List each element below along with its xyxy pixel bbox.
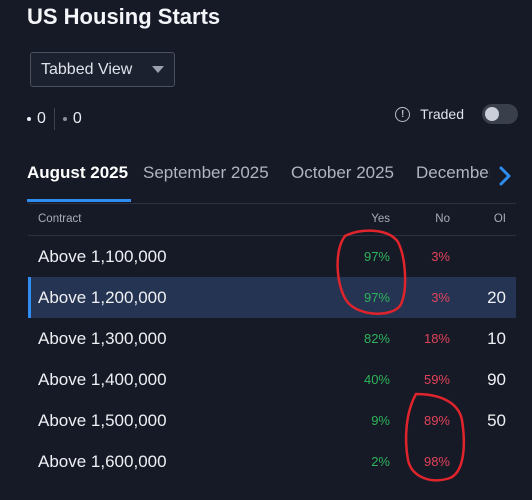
active-tab-indicator bbox=[27, 199, 131, 202]
divider bbox=[53, 108, 55, 130]
yes-price[interactable]: 97% bbox=[364, 249, 390, 264]
open-interest: 10 bbox=[487, 329, 506, 348]
no-price[interactable]: 18% bbox=[424, 331, 450, 346]
tab-september-2025[interactable]: September 2025 bbox=[143, 163, 269, 183]
table-row[interactable]: Above 1,300,000 82% 18% 10 bbox=[28, 318, 516, 359]
chevron-down-icon bbox=[152, 66, 164, 73]
table-row[interactable]: Above 1,500,000 9% 89% 50 bbox=[28, 400, 516, 441]
header-yes: Yes bbox=[371, 213, 390, 225]
view-select-value: Tabbed View bbox=[41, 60, 133, 78]
info-icon[interactable]: ! bbox=[395, 106, 411, 122]
open-interest: 90 bbox=[487, 370, 506, 389]
header-no: No bbox=[435, 213, 450, 225]
contract-name: Above 1,300,000 bbox=[38, 329, 167, 348]
no-price[interactable]: 98% bbox=[424, 454, 450, 469]
yes-price[interactable]: 9% bbox=[371, 413, 390, 428]
counter-no: 0 bbox=[62, 110, 82, 128]
table-header: Contract Yes No OI bbox=[28, 204, 516, 236]
tab-december[interactable]: December bbox=[416, 163, 494, 183]
header-oi: OI bbox=[493, 213, 506, 225]
no-price[interactable]: 3% bbox=[431, 249, 450, 264]
tab-august-2025[interactable]: August 2025 bbox=[27, 163, 128, 183]
table-row-selected[interactable]: Above 1,200,000 97% 3% 20 bbox=[28, 277, 516, 318]
contract-name: Above 1,600,000 bbox=[38, 452, 167, 471]
table-row[interactable]: Above 1,400,000 40% 59% 90 bbox=[28, 359, 516, 400]
month-tabs: August 2025 September 2025 October 2025 … bbox=[0, 155, 532, 203]
dot-icon bbox=[27, 117, 31, 121]
chevron-right-icon bbox=[499, 166, 511, 186]
yes-price[interactable]: 82% bbox=[364, 331, 390, 346]
yes-price[interactable]: 97% bbox=[364, 290, 390, 305]
traded-label: Traded bbox=[420, 106, 464, 122]
yes-price[interactable]: 2% bbox=[371, 454, 390, 469]
position-counters: 0 0 bbox=[27, 108, 82, 130]
counter-no-value: 0 bbox=[72, 110, 82, 127]
header-contract: Contract bbox=[38, 213, 82, 225]
open-interest: 50 bbox=[487, 411, 506, 430]
view-select[interactable]: Tabbed View bbox=[30, 52, 175, 87]
no-price[interactable]: 3% bbox=[431, 290, 450, 305]
contracts-table: Contract Yes No OI Above 1,100,000 97% 3… bbox=[28, 203, 516, 482]
page-title: US Housing Starts bbox=[27, 4, 221, 29]
table-row[interactable]: Above 1,100,000 97% 3% bbox=[28, 236, 516, 277]
contract-name: Above 1,400,000 bbox=[38, 370, 167, 389]
tabs-next-button[interactable] bbox=[490, 161, 520, 191]
contract-name: Above 1,100,000 bbox=[38, 247, 167, 266]
counter-yes-value: 0 bbox=[37, 110, 46, 127]
tab-october-2025[interactable]: October 2025 bbox=[291, 163, 394, 183]
traded-filter: ! Traded bbox=[395, 104, 518, 124]
contract-name: Above 1,500,000 bbox=[38, 411, 167, 430]
yes-price[interactable]: 40% bbox=[364, 372, 390, 387]
dot-icon bbox=[62, 117, 67, 121]
table-row[interactable]: Above 1,600,000 2% 98% bbox=[28, 441, 516, 482]
traded-toggle[interactable] bbox=[482, 104, 518, 124]
open-interest: 20 bbox=[487, 288, 506, 307]
no-price[interactable]: 59% bbox=[424, 372, 450, 387]
contract-name: Above 1,200,000 bbox=[38, 288, 167, 307]
no-price[interactable]: 89% bbox=[424, 413, 450, 428]
counter-yes: 0 bbox=[27, 110, 46, 128]
